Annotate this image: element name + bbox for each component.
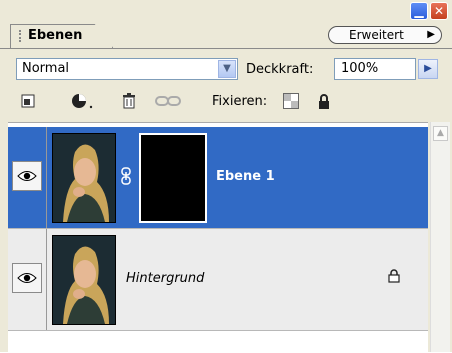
panel-menu-label: Erweitert bbox=[349, 28, 404, 42]
layer-row-hintergrund[interactable]: Hintergrund bbox=[8, 229, 428, 331]
layer-mask-thumbnail[interactable] bbox=[139, 133, 207, 223]
window-buttons: ▁ ✕ bbox=[410, 2, 448, 20]
options-row: Normal ▼ Deckkraft: 100% ▶ bbox=[0, 54, 452, 84]
trash-icon[interactable] bbox=[120, 92, 138, 110]
link-icon bbox=[154, 92, 182, 110]
visibility-column-divider bbox=[46, 229, 47, 330]
lock-icon bbox=[388, 269, 400, 286]
eye-icon[interactable] bbox=[12, 161, 42, 191]
lock-transparency-icon[interactable] bbox=[282, 92, 300, 110]
layers-panel: ▁ ✕ Ebenen Erweitert ▶ Normal ▼ Deckkraf… bbox=[0, 0, 452, 353]
chevron-down-icon[interactable]: ▼ bbox=[218, 60, 236, 78]
lock-all-icon[interactable] bbox=[316, 92, 332, 110]
triangle-right-icon: ▶ bbox=[427, 29, 435, 40]
blend-mode-select[interactable]: Normal ▼ bbox=[16, 58, 238, 80]
lock-label: Fixieren: bbox=[212, 94, 268, 109]
lock-transparent-pixels-icon[interactable] bbox=[20, 92, 36, 110]
panel-menu-button[interactable]: Erweitert ▶ bbox=[328, 26, 442, 44]
minimize-button[interactable]: ▁ bbox=[410, 2, 428, 20]
visibility-column-divider bbox=[46, 127, 47, 228]
eye-icon[interactable] bbox=[12, 263, 42, 293]
opacity-slider-button[interactable]: ▶ bbox=[418, 59, 438, 79]
scroll-up-arrow-icon[interactable]: ▲ bbox=[433, 126, 448, 141]
layers-list: Ebene 1 Hintergrund bbox=[8, 122, 428, 353]
brush-lock-icon[interactable] bbox=[70, 92, 96, 110]
blend-mode-value: Normal bbox=[22, 61, 70, 76]
grip-icon bbox=[19, 29, 25, 42]
opacity-input[interactable]: 100% bbox=[334, 58, 416, 80]
close-button[interactable]: ✕ bbox=[430, 2, 448, 20]
layer-thumbnail[interactable] bbox=[52, 235, 116, 325]
mask-link-icon[interactable] bbox=[120, 167, 132, 185]
tab-label: Ebenen bbox=[28, 28, 83, 43]
opacity-label: Deckkraft: bbox=[246, 62, 314, 77]
tab-layers[interactable]: Ebenen bbox=[10, 24, 114, 48]
lock-row: Fixieren: bbox=[0, 88, 452, 114]
layer-name[interactable]: Ebene 1 bbox=[216, 169, 275, 184]
layer-row-ebene-1[interactable]: Ebene 1 bbox=[8, 127, 428, 229]
vertical-scrollbar[interactable]: ▲ bbox=[430, 122, 450, 352]
tab-row: Ebenen Erweitert ▶ bbox=[0, 22, 452, 49]
opacity-value: 100% bbox=[341, 61, 379, 76]
layer-thumbnail[interactable] bbox=[52, 133, 116, 223]
layer-name[interactable]: Hintergrund bbox=[126, 271, 204, 286]
